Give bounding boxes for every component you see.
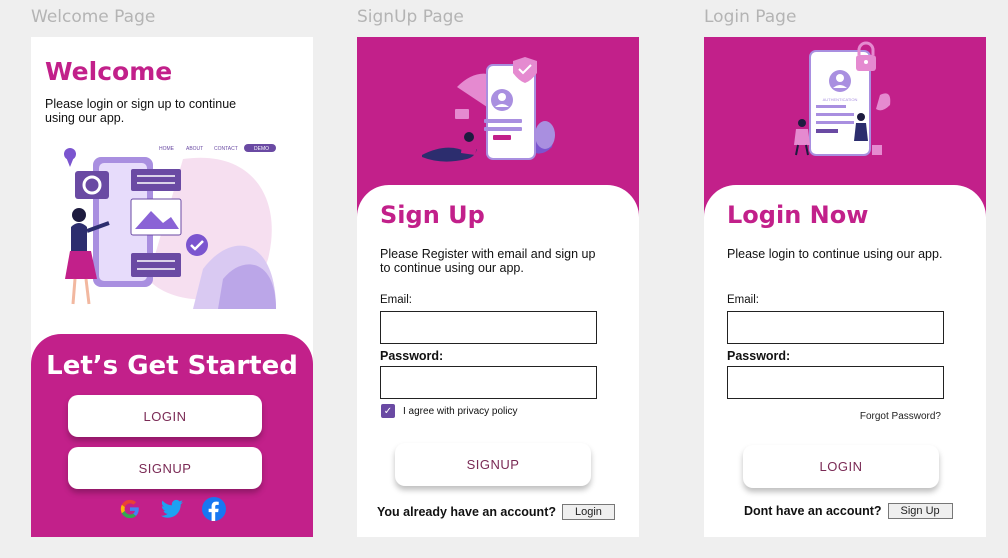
illus-nav-home: HOME	[159, 146, 175, 152]
password-field[interactable]	[380, 366, 597, 399]
signup-frame-label: SignUp Page	[357, 7, 464, 27]
forgot-password-link[interactable]: Forgot Password?	[860, 411, 941, 422]
login-card: Login Now Please login to continue using…	[704, 185, 986, 537]
welcome-illustration: HOME ABOUT CONTACT DEMO	[64, 144, 276, 309]
login-illustration: AUTHENTICATION	[790, 41, 891, 156]
password-label: Password:	[380, 349, 444, 363]
login-button[interactable]: LOGIN	[68, 395, 262, 437]
privacy-agree-text: I agree with privacy policy	[403, 405, 518, 417]
signup-prompt-row: Dont have an account? Sign Up	[744, 503, 953, 519]
signup-illustration	[422, 57, 555, 162]
email-label: Email:	[727, 294, 759, 306]
signup-title: Sign Up	[380, 201, 485, 229]
login-subtitle: Please login to continue using our app.	[727, 247, 943, 261]
signup-link-button[interactable]: Sign Up	[887, 503, 953, 519]
facebook-icon[interactable]	[202, 497, 226, 521]
welcome-subtitle: Please login or sign up to continue usin…	[45, 97, 237, 125]
login-frame-label: Login Page	[704, 7, 797, 27]
email-field[interactable]	[380, 311, 597, 344]
email-label: Email:	[380, 294, 412, 306]
signup-screen: Sign Up Please Register with email and s…	[357, 37, 639, 537]
signup-button[interactable]: SIGNUP	[68, 447, 262, 489]
illus-nav-contact: CONTACT	[214, 146, 238, 152]
login-button[interactable]: LOGIN	[743, 445, 939, 488]
get-started-panel: Let’s Get Started LOGIN SIGNUP	[31, 334, 313, 537]
password-field[interactable]	[727, 366, 944, 399]
signup-card: Sign Up Please Register with email and s…	[357, 185, 639, 537]
welcome-screen: Welcome Please login or sign up to conti…	[31, 37, 313, 537]
privacy-checkbox[interactable]: ✓	[381, 404, 395, 418]
welcome-frame-label: Welcome Page	[31, 7, 156, 27]
login-title: Login Now	[727, 201, 869, 229]
google-icon[interactable]	[118, 497, 142, 521]
twitter-icon[interactable]	[160, 497, 184, 521]
account-prompt-text: Dont have an account?	[744, 504, 882, 518]
account-prompt-text: You already have an account?	[377, 505, 556, 519]
illus-caption: AUTHENTICATION	[823, 97, 858, 102]
illus-nav-about: ABOUT	[186, 146, 203, 152]
login-link-button[interactable]: Login	[562, 504, 615, 520]
login-prompt-row: You already have an account? Login	[377, 504, 615, 520]
email-field[interactable]	[727, 311, 944, 344]
privacy-agree-row: ✓ I agree with privacy policy	[381, 404, 518, 418]
signup-subtitle: Please Register with email and sign up t…	[380, 247, 596, 275]
illus-nav-demo: DEMO	[254, 146, 269, 152]
welcome-title: Welcome	[45, 57, 173, 86]
social-login-row	[31, 497, 313, 521]
signup-button[interactable]: SIGNUP	[395, 443, 591, 486]
password-label: Password:	[727, 349, 791, 363]
login-screen: AUTHENTICATION Login Now Please login to…	[704, 37, 986, 537]
get-started-title: Let’s Get Started	[46, 351, 298, 381]
